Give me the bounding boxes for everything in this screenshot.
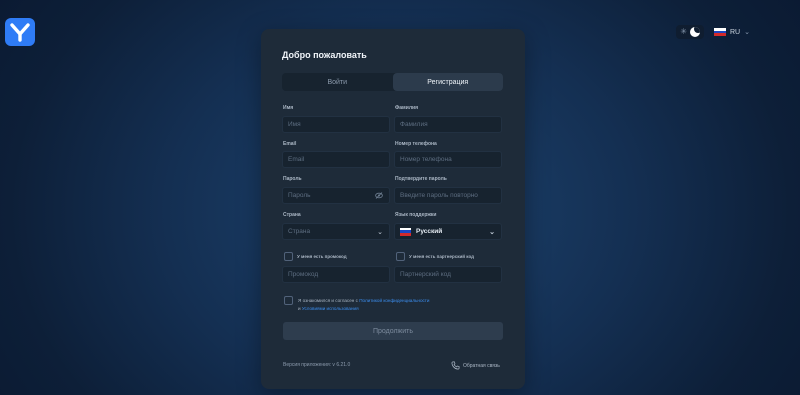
terms-of-use-link[interactable]: Условиями использования (302, 306, 359, 311)
eye-off-icon[interactable] (375, 192, 383, 201)
promo-placeholder: Промокод (288, 271, 319, 278)
continue-button[interactable]: Продолжить (283, 322, 503, 340)
feedback-link[interactable]: Обратная связь (451, 361, 500, 370)
country-select[interactable]: Страна ⌄ (282, 223, 390, 240)
language-code: RU (730, 28, 741, 36)
sun-icon: ✳ (680, 27, 687, 36)
promo-checkbox-label: У меня есть промокод (297, 254, 347, 259)
phone-placeholder: Номер телефона (400, 156, 452, 163)
email-label: Email (283, 141, 297, 147)
email-placeholder: Email (288, 156, 305, 163)
country-placeholder: Страна (288, 228, 311, 235)
password-placeholder: Пароль (288, 192, 311, 199)
password-input[interactable]: Пароль (282, 187, 390, 204)
confirm-password-input[interactable]: Введите пароль повторно (394, 187, 502, 204)
agree-text-part1: Я ознакомился и согласен с (298, 298, 358, 303)
last-name-input[interactable]: Фамилия (394, 116, 502, 133)
promo-checkbox[interactable] (284, 252, 293, 261)
partner-placeholder: Партнерский код (400, 271, 451, 278)
feedback-label: Обратная связь (463, 362, 500, 369)
chevron-down-icon: ⌄ (489, 229, 495, 236)
last-name-label: Фамилия (395, 105, 418, 111)
ru-flag-icon (714, 28, 726, 37)
partner-checkbox-label: У меня есть партнерский код (409, 254, 475, 259)
agree-text-part2: и (298, 306, 301, 311)
confirm-password-label: Подтвердите пароль (395, 176, 447, 182)
top-controls: ✳ RU ⌄ (676, 25, 750, 39)
first-name-input[interactable]: Имя (282, 116, 390, 133)
first-name-placeholder: Имя (288, 121, 301, 128)
phone-input[interactable]: Номер телефона (394, 151, 502, 168)
auth-card: Добро пожаловать Войти Регистрация Имя И… (261, 29, 525, 389)
confirm-password-placeholder: Введите пароль повторно (400, 192, 478, 199)
privacy-policy-link[interactable]: Политикой конфиденциальности (359, 298, 429, 303)
promo-input[interactable]: Промокод (282, 266, 390, 283)
auth-tabs: Войти Регистрация (282, 73, 503, 91)
agree-text: Я ознакомился и согласен с Политикой кон… (298, 297, 498, 313)
partner-checkbox[interactable] (396, 252, 405, 261)
phone-label: Номер телефона (395, 141, 437, 147)
app-logo[interactable] (5, 18, 35, 46)
moon-icon (690, 27, 700, 37)
card-title: Добро пожаловать (282, 50, 367, 60)
tab-register[interactable]: Регистрация (392, 73, 503, 91)
agree-checkbox[interactable] (284, 296, 293, 305)
chevron-down-icon: ⌄ (377, 229, 383, 236)
first-name-label: Имя (283, 105, 294, 111)
phone-icon (451, 361, 460, 370)
last-name-placeholder: Фамилия (400, 121, 428, 128)
country-label: Страна (283, 212, 301, 218)
email-input[interactable]: Email (282, 151, 390, 168)
language-selector[interactable]: RU ⌄ (714, 28, 750, 37)
theme-toggle[interactable]: ✳ (676, 25, 704, 39)
app-version: Версия приложения: v 6.21.0 (283, 362, 351, 368)
support-language-select[interactable]: Русский ⌄ (394, 223, 502, 240)
logo-icon (10, 23, 30, 42)
password-label: Пароль (283, 176, 302, 182)
tab-login[interactable]: Войти (282, 73, 393, 91)
partner-input[interactable]: Партнерский код (394, 266, 502, 283)
support-language-label: Язык поддержки (395, 212, 437, 218)
chevron-down-icon: ⌄ (744, 29, 750, 36)
ru-flag-icon (400, 227, 411, 236)
support-language-value: Русский (416, 228, 443, 235)
